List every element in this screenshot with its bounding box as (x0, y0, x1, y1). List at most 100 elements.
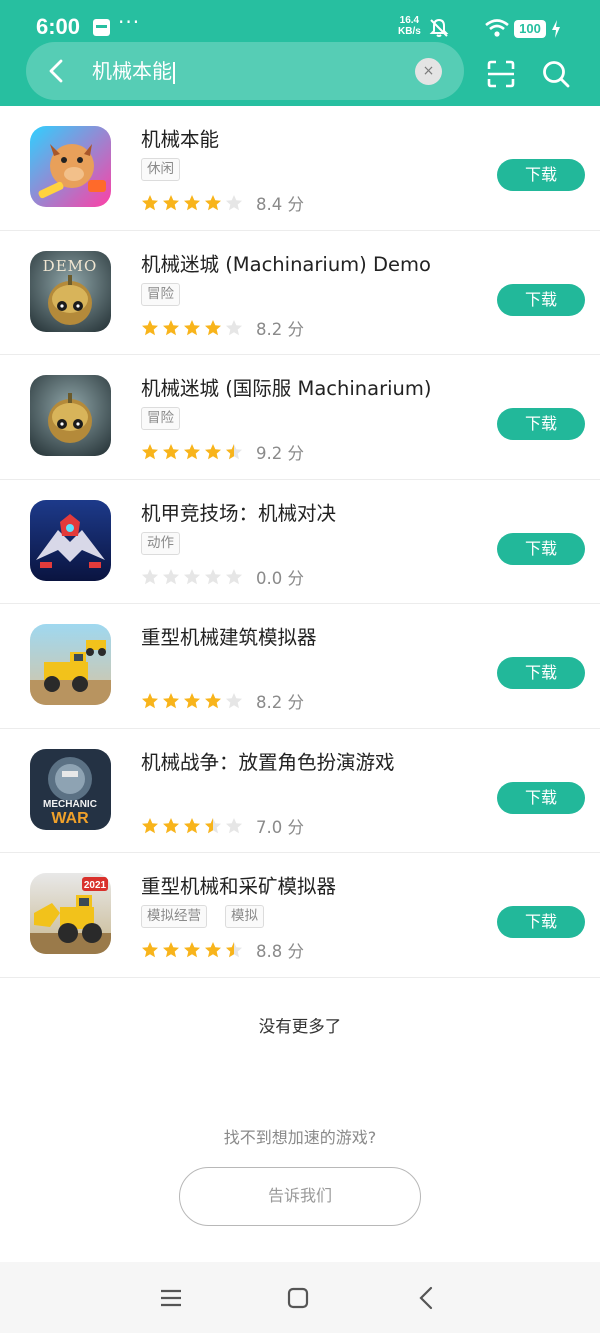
network-speed-value: 16.4 (399, 15, 420, 26)
category-tags: 冒险 (141, 407, 180, 430)
app-name[interactable]: 机械战争：放置角色扮演游戏 (141, 746, 395, 775)
search-query-text: 机械本能 (92, 59, 172, 83)
star-icon (205, 444, 221, 460)
mechanic-war-game-icon[interactable]: MECHANIC WAR (30, 748, 111, 830)
search-icon[interactable] (542, 60, 570, 88)
download-button[interactable]: 下载 (497, 283, 585, 316)
app-name[interactable]: 机械迷城 (国际服 Machinarium) (141, 372, 431, 401)
mech-arena-game-icon[interactable] (30, 499, 111, 581)
star-rating-icons (141, 692, 243, 710)
star-icon (163, 444, 179, 460)
star-icon (184, 693, 200, 709)
star-icon (184, 444, 200, 460)
star-icon (205, 319, 221, 335)
star-icon (184, 568, 200, 584)
clear-search-button[interactable]: × (415, 58, 442, 85)
category-tag: 冒险 (141, 282, 180, 306)
back-arrow-icon[interactable] (42, 56, 72, 86)
star-rating-icons (141, 568, 243, 586)
network-speed-unit: KB/s (398, 26, 421, 37)
category-tags: 冒险 (141, 282, 180, 306)
category-tag: 模拟 (225, 905, 264, 928)
star-rating-icons (141, 443, 243, 461)
search-bar: 机械本能 × (26, 42, 464, 100)
star-rating-icons (141, 941, 243, 959)
star-icon (205, 195, 221, 211)
download-button[interactable]: 下载 (497, 159, 585, 191)
category-tags: 休闲 (141, 158, 180, 181)
robot-game-icon[interactable] (30, 375, 111, 456)
rating-score: 8.2 分 (256, 693, 304, 712)
rating-score: 8.4 分 (256, 195, 304, 214)
result-item[interactable]: 机械迷城 (国际服 Machinarium) 冒险 9.2 分 下载 (0, 355, 600, 480)
star-icon (163, 693, 179, 709)
text-cursor (173, 61, 175, 84)
star-icon (184, 319, 200, 335)
star-icon (142, 568, 158, 584)
recent-apps-icon[interactable] (160, 1288, 182, 1308)
status-bar: 6:00 ··· 16.4 KB/s 100 (0, 0, 600, 40)
more-notifications-icon: ··· (118, 10, 141, 34)
search-input[interactable]: 机械本能 (92, 55, 402, 87)
star-icon (163, 942, 179, 958)
mechanic-war-icon-text: MECHANIC (43, 799, 97, 810)
star-icon (226, 817, 242, 833)
result-item[interactable]: DEMO 机械迷城 (Machinarium) Demo 冒险 8.2 分 下载 (0, 231, 600, 355)
star-icon (226, 319, 242, 335)
rating-score: 9.2 分 (256, 444, 304, 463)
result-item[interactable]: MECHANIC WAR 机械战争：放置角色扮演游戏 7.0 分 下载 (0, 729, 600, 853)
robot-demo-game-icon[interactable]: DEMO (30, 250, 111, 332)
star-icon (142, 817, 158, 833)
notification-app-icon (93, 19, 110, 36)
star-icon (163, 817, 179, 833)
system-nav-bar (0, 1262, 600, 1333)
rating: 8.8 分 (141, 938, 304, 962)
rating-score: 7.0 分 (256, 817, 304, 837)
app-name[interactable]: 重型机械和采矿模拟器 (141, 870, 336, 899)
star-icon (163, 195, 179, 211)
result-item[interactable]: 重型机械建筑模拟器 8.2 分 下载 (0, 604, 600, 729)
download-button[interactable]: 下载 (497, 781, 585, 814)
battery-indicator: 100 (514, 20, 546, 38)
svg-text:WAR: WAR (51, 810, 89, 827)
result-item[interactable]: 2021 重型机械和采矿模拟器模拟经营 模拟 8.8 分 下载 (0, 853, 600, 978)
star-icon (163, 319, 179, 335)
download-button[interactable]: 下载 (497, 408, 585, 440)
wheel-loader-game-icon[interactable]: 2021 (30, 873, 111, 954)
pig-warrior-game-icon[interactable] (30, 126, 111, 207)
app-name[interactable]: 重型机械建筑模拟器 (141, 621, 317, 650)
star-icon (226, 568, 242, 584)
star-rating-icons (141, 194, 243, 212)
category-tags: 模拟经营 模拟 (141, 905, 264, 928)
header: 6:00 ··· 16.4 KB/s 100 机械本能 × (0, 0, 600, 106)
wifi-icon (485, 19, 509, 37)
star-icon (226, 195, 242, 211)
result-item[interactable]: 机甲竞技场：机械对决 动作 0.0 分 下载 (0, 480, 600, 604)
star-icon (142, 693, 158, 709)
construction-vehicle-game-icon[interactable] (30, 624, 111, 705)
rating: 8.2 分 (141, 689, 304, 713)
rating-score: 8.2 分 (256, 319, 304, 339)
star-icon (184, 195, 200, 211)
app-name[interactable]: 机甲竞技场：机械对决 (141, 497, 336, 526)
download-button[interactable]: 下载 (497, 906, 585, 938)
download-button[interactable]: 下载 (497, 532, 585, 565)
app-name[interactable]: 机械本能 (141, 123, 219, 152)
star-icon (184, 942, 200, 958)
download-button[interactable]: 下载 (497, 657, 585, 689)
app-name[interactable]: 机械迷城 (Machinarium) Demo (141, 248, 431, 277)
star-icon (184, 817, 200, 833)
home-icon[interactable] (287, 1287, 309, 1309)
rating: 9.2 分 (141, 440, 304, 464)
nav-back-icon[interactable] (418, 1286, 434, 1310)
star-rating-icons (141, 817, 243, 835)
no-more-text: 没有更多了 (258, 1017, 342, 1036)
year-badge-text: 2021 (84, 880, 107, 891)
category-tag: 模拟经营 (141, 905, 207, 928)
scan-icon[interactable] (487, 60, 515, 88)
star-icon (226, 444, 242, 460)
star-icon (205, 817, 221, 833)
status-time: 6:00 (36, 14, 81, 39)
result-item[interactable]: 机械本能休闲 8.4 分 下载 (0, 106, 600, 231)
tell-us-button[interactable]: 告诉我们 (179, 1167, 421, 1226)
